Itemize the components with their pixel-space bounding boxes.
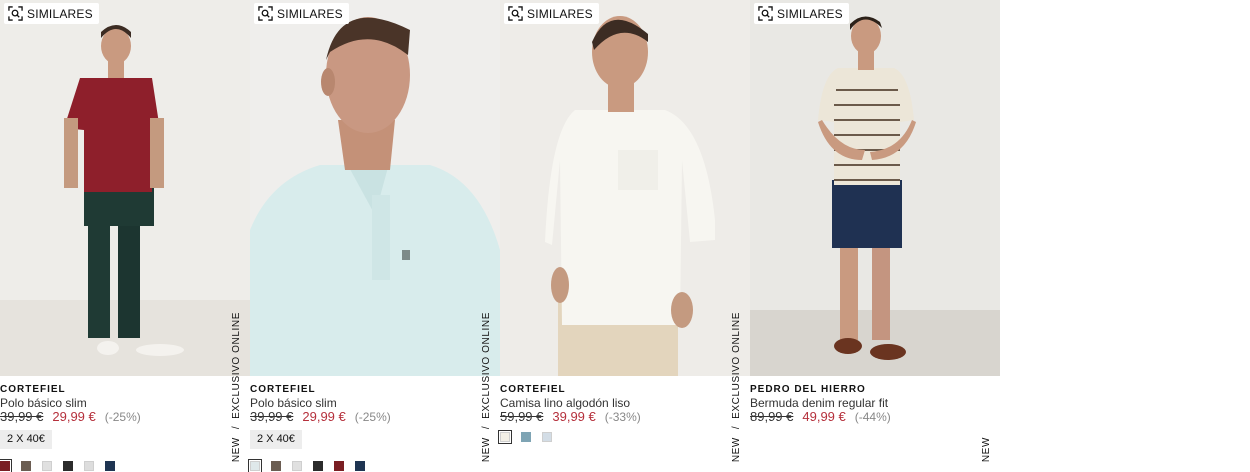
new-tag: NEW xyxy=(481,436,492,462)
product-name[interactable]: Polo básico slim xyxy=(250,396,337,410)
product-prices: 59,99 € 39,99 € (-33%) xyxy=(500,409,641,424)
product-name[interactable]: Polo básico slim xyxy=(0,396,87,410)
product-prices: 39,99 € 29,99 € (-25%) xyxy=(0,409,141,424)
product-brand: PEDRO DEL HIERRO xyxy=(750,384,866,395)
visual-search-icon xyxy=(8,6,23,21)
color-swatch[interactable] xyxy=(521,432,531,442)
tag-separator: / xyxy=(731,426,742,430)
product-card[interactable]: SIMILARES NEW / EXCLUSIVO ONLINE CORTEFI… xyxy=(248,0,500,472)
color-swatch[interactable] xyxy=(105,461,115,471)
color-swatch[interactable] xyxy=(355,461,365,471)
product-brand: CORTEFIEL xyxy=(0,384,66,395)
product-card[interactable]: SIMILARES NEW / EXCLUSIVO ONLINE CORTEFI… xyxy=(498,0,750,472)
discount-percent: (-44%) xyxy=(854,410,891,424)
sale-price: 29,99 € xyxy=(52,409,96,424)
discount-percent: (-25%) xyxy=(104,410,141,424)
sale-price: 49,99 € xyxy=(802,409,846,424)
color-swatch[interactable] xyxy=(248,459,262,472)
sale-price: 39,99 € xyxy=(552,409,596,424)
product-prices: 39,99 € 29,99 € (-25%) xyxy=(250,409,391,424)
product-tag: NEW / EXCLUSIVO ONLINE xyxy=(231,312,242,462)
original-price: 39,99 € xyxy=(0,409,44,424)
similar-label: SIMILARES xyxy=(777,6,843,21)
exclusive-online-tag: EXCLUSIVO ONLINE xyxy=(231,311,242,419)
similar-button[interactable]: SIMILARES xyxy=(504,3,599,24)
color-swatch[interactable] xyxy=(0,459,12,472)
product-grid: SIMILARES NEW / EXCLUSIVO ONLINE CORTEFI… xyxy=(0,0,1000,472)
color-swatch[interactable] xyxy=(271,461,281,471)
product-image[interactable] xyxy=(500,0,750,376)
similar-label: SIMILARES xyxy=(277,6,343,21)
sale-price: 29,99 € xyxy=(302,409,346,424)
color-swatch[interactable] xyxy=(313,461,323,471)
product-card[interactable]: SIMILARES NEW / EXCLUSIVO ONLINE CORTEFI… xyxy=(0,0,250,472)
original-price: 89,99 € xyxy=(750,409,794,424)
product-name[interactable]: Bermuda denim regular fit xyxy=(750,396,888,410)
color-swatch[interactable] xyxy=(42,461,52,471)
color-swatches xyxy=(0,459,115,472)
product-image[interactable] xyxy=(250,0,500,376)
color-swatch[interactable] xyxy=(292,461,302,471)
color-swatches xyxy=(498,430,552,444)
similar-button[interactable]: SIMILARES xyxy=(254,3,349,24)
exclusive-online-tag: EXCLUSIVO ONLINE xyxy=(731,311,742,419)
promo-badge: 2 X 40€ xyxy=(250,430,302,449)
color-swatch[interactable] xyxy=(21,461,31,471)
similar-label: SIMILARES xyxy=(527,6,593,21)
product-brand: CORTEFIEL xyxy=(250,384,316,395)
promo-badge: 2 X 40€ xyxy=(0,430,52,449)
product-brand: CORTEFIEL xyxy=(500,384,566,395)
product-card[interactable]: SIMILARES NEW PEDRO DEL HIERRO Bermuda d… xyxy=(750,0,1000,472)
color-swatches xyxy=(248,459,365,472)
similar-button[interactable]: SIMILARES xyxy=(754,3,849,24)
new-tag: NEW xyxy=(231,436,242,462)
new-tag: NEW xyxy=(981,436,992,462)
product-tag: NEW xyxy=(981,437,992,462)
original-price: 59,99 € xyxy=(500,409,544,424)
product-image[interactable] xyxy=(0,0,250,376)
product-prices: 89,99 € 49,99 € (-44%) xyxy=(750,409,891,424)
new-tag: NEW xyxy=(731,436,742,462)
discount-percent: (-33%) xyxy=(604,410,641,424)
color-swatch[interactable] xyxy=(63,461,73,471)
color-swatch[interactable] xyxy=(84,461,94,471)
discount-percent: (-25%) xyxy=(354,410,391,424)
product-image[interactable] xyxy=(750,0,1000,376)
visual-search-icon xyxy=(508,6,523,21)
similar-button[interactable]: SIMILARES xyxy=(4,3,99,24)
product-tag: NEW / EXCLUSIVO ONLINE xyxy=(481,312,492,462)
product-tag: NEW / EXCLUSIVO ONLINE xyxy=(731,312,742,462)
product-name[interactable]: Camisa lino algodón liso xyxy=(500,396,630,410)
exclusive-online-tag: EXCLUSIVO ONLINE xyxy=(481,311,492,419)
similar-label: SIMILARES xyxy=(27,6,93,21)
color-swatch[interactable] xyxy=(498,430,512,444)
original-price: 39,99 € xyxy=(250,409,294,424)
color-swatch[interactable] xyxy=(542,432,552,442)
tag-separator: / xyxy=(481,426,492,430)
color-swatch[interactable] xyxy=(334,461,344,471)
tag-separator: / xyxy=(231,426,242,430)
visual-search-icon xyxy=(758,6,773,21)
visual-search-icon xyxy=(258,6,273,21)
